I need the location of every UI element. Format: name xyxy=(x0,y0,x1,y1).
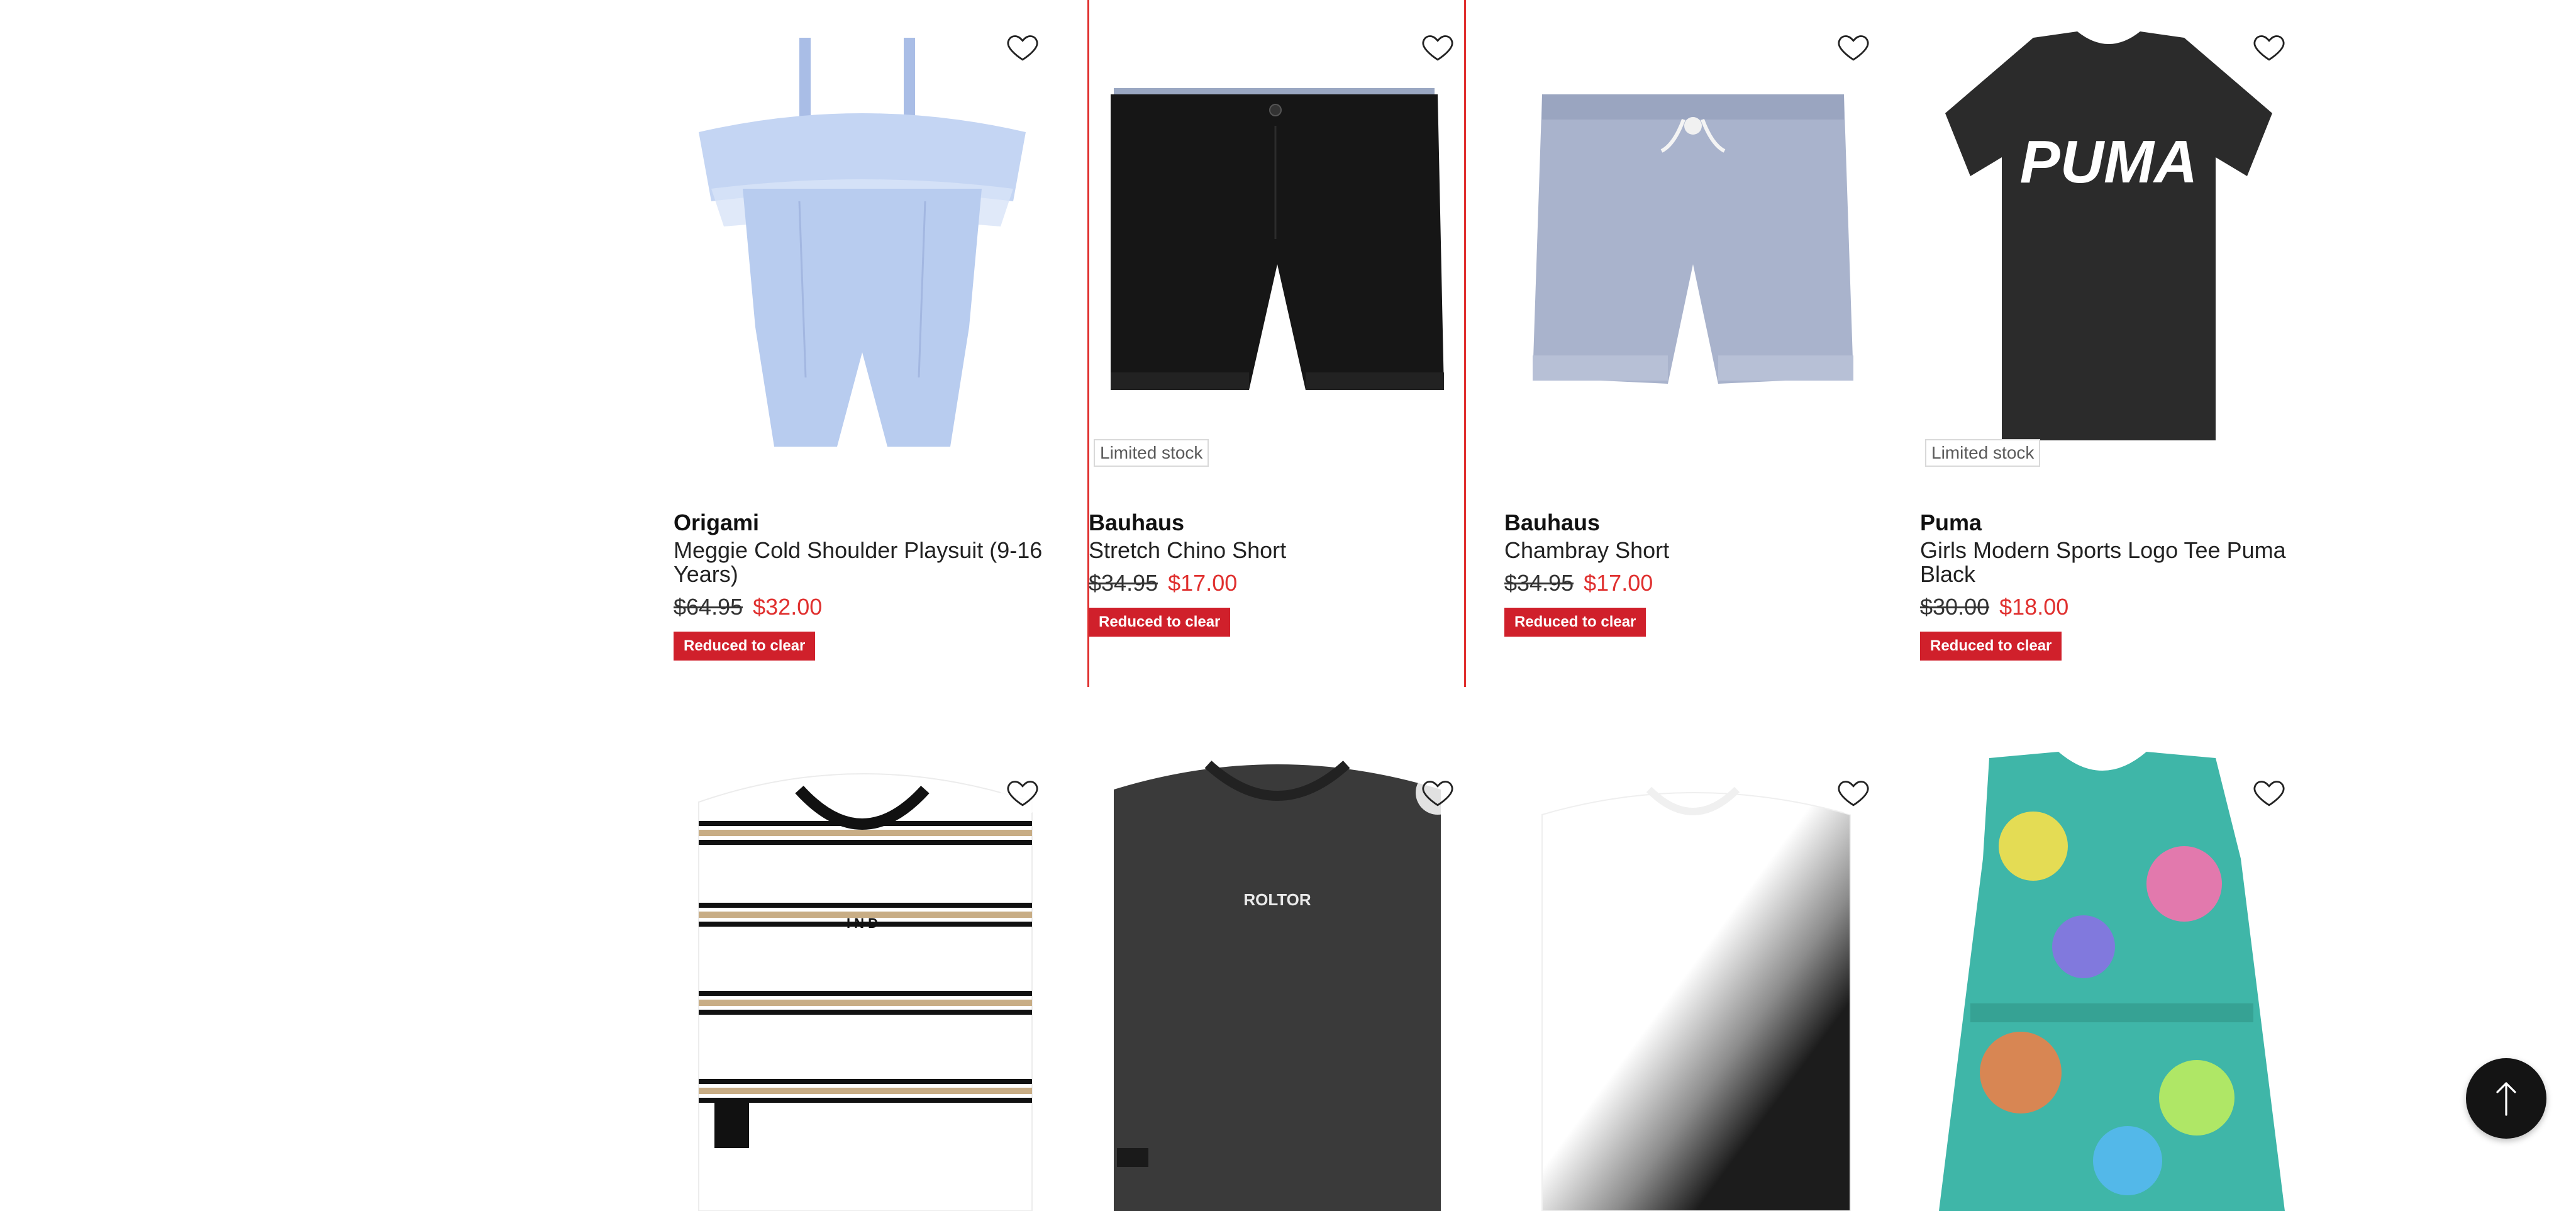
heart-outline-icon xyxy=(1422,35,1453,61)
wishlist-heart-icon[interactable] xyxy=(1001,771,1045,815)
product-info: Bauhaus Stretch Chino Short $34.95 $17.0… xyxy=(1089,510,1479,637)
wishlist-heart-icon[interactable] xyxy=(1831,25,1875,69)
heart-outline-icon xyxy=(1007,781,1038,806)
heart-outline-icon xyxy=(1007,35,1038,61)
heart-outline-icon xyxy=(2253,35,2285,61)
product-name[interactable]: Chambray Short xyxy=(1504,539,1894,562)
striped-tank-image: I N D xyxy=(698,773,1033,1211)
product-brand[interactable]: Bauhaus xyxy=(1504,510,1894,536)
product-grid: Origami Meggie Cold Shoulder Playsuit (9… xyxy=(0,0,2576,1211)
product-info: Bauhaus Chambray Short $34.95 $17.00 Red… xyxy=(1504,510,1894,637)
product-prices: $30.00 $18.00 xyxy=(1920,594,2310,620)
product-brand[interactable]: Origami xyxy=(674,510,1063,536)
limited-stock-label: Limited stock xyxy=(1925,439,2041,467)
limited-stock-label: Limited stock xyxy=(1094,439,1209,467)
heart-outline-icon xyxy=(2253,781,2285,806)
heart-outline-icon xyxy=(1838,781,1869,806)
reduced-to-clear-badge: Reduced to clear xyxy=(1920,632,2062,661)
playsuit-image xyxy=(699,38,1026,447)
product-prices: $34.95 $17.00 xyxy=(1089,570,1479,596)
product-name[interactable]: Meggie Cold Shoulder Playsuit (9-16 Year… xyxy=(674,539,1063,586)
back-to-top-button[interactable] xyxy=(2466,1058,2546,1139)
heart-outline-icon xyxy=(1838,35,1869,61)
wishlist-heart-icon[interactable] xyxy=(1831,771,1875,815)
shorts-image xyxy=(1111,88,1444,390)
wishlist-heart-icon[interactable] xyxy=(1416,25,1460,69)
product-image[interactable] xyxy=(674,0,1063,466)
reduced-to-clear-badge: Reduced to clear xyxy=(1089,608,1231,637)
product-info: Puma Girls Modern Sports Logo Tee Puma B… xyxy=(1920,510,2310,661)
wishlist-heart-icon[interactable] xyxy=(2247,25,2291,69)
wishlist-heart-icon[interactable] xyxy=(2247,771,2291,815)
product-info: Origami Meggie Cold Shoulder Playsuit (9… xyxy=(674,510,1063,661)
product-image[interactable] xyxy=(1504,0,1894,466)
product-name[interactable]: Stretch Chino Short xyxy=(1089,539,1479,562)
tank-image: ROLTOR xyxy=(1114,761,1441,1211)
tshirt-image: PUMA xyxy=(1945,31,2272,440)
reduced-to-clear-badge: Reduced to clear xyxy=(674,632,816,661)
price-was: $34.95 xyxy=(1089,570,1158,596)
product-prices: $64.95 $32.00 xyxy=(674,594,1063,620)
puma-logo-text: PUMA xyxy=(2020,128,2198,196)
wishlist-heart-icon[interactable] xyxy=(1416,771,1460,815)
product-image[interactable]: I N D xyxy=(674,745,1063,1211)
heart-outline-icon xyxy=(1422,781,1453,806)
price-now: $17.00 xyxy=(1168,570,1238,596)
tie-dye-tank-image xyxy=(1541,786,1851,1211)
product-image[interactable] xyxy=(1089,0,1479,466)
wishlist-heart-icon[interactable] xyxy=(1001,25,1045,69)
reduced-to-clear-badge: Reduced to clear xyxy=(1504,608,1646,637)
product-prices: $34.95 $17.00 xyxy=(1504,570,1894,596)
arrow-up-icon xyxy=(2496,1082,2516,1116)
price-now: $18.00 xyxy=(1999,594,2069,620)
product-image[interactable] xyxy=(1504,745,1894,1211)
product-brand[interactable]: Puma xyxy=(1920,510,2310,536)
tank-print-text: I N D xyxy=(847,915,878,931)
product-image[interactable]: PUMA xyxy=(1920,0,2310,466)
product-name[interactable]: Girls Modern Sports Logo Tee Puma Black xyxy=(1920,539,2310,586)
price-now: $17.00 xyxy=(1584,570,1653,596)
price-was: $34.95 xyxy=(1504,570,1574,596)
shorts-image xyxy=(1533,94,1853,384)
price-now: $32.00 xyxy=(753,594,823,620)
floral-playsuit-image xyxy=(1939,752,2285,1211)
price-was: $64.95 xyxy=(674,594,743,620)
price-was: $30.00 xyxy=(1920,594,1990,620)
product-brand[interactable]: Bauhaus xyxy=(1089,510,1479,536)
product-image[interactable]: ROLTOR xyxy=(1089,745,1479,1211)
tank-print-text: ROLTOR xyxy=(1243,890,1311,909)
product-image[interactable] xyxy=(1920,745,2310,1211)
